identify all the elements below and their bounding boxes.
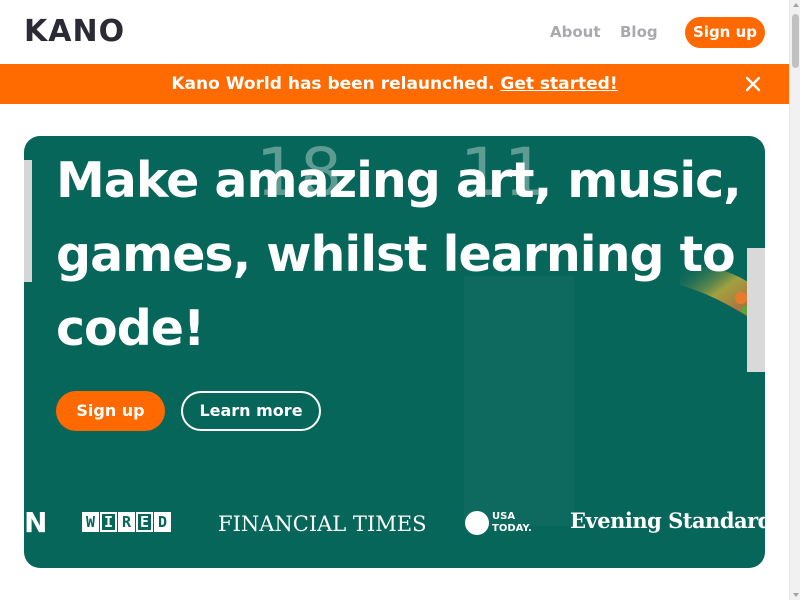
scroll-up-icon[interactable] (793, 3, 799, 7)
evening-standard-logo: Evening Standard (570, 508, 765, 533)
wired-logo: W I R E D (82, 512, 171, 532)
kano-logo[interactable]: KANO (24, 16, 125, 48)
close-icon[interactable] (744, 75, 762, 93)
wired-letter: W (82, 512, 99, 532)
press-logo-partial: N (24, 506, 48, 539)
banner-message: Kano World has been relaunched. Get star… (0, 74, 789, 94)
press-logos: N W I R E D FINANCIAL TIMES USA TODAY. E… (24, 506, 765, 542)
page-scrollbar[interactable] (789, 0, 800, 600)
banner-get-started-link[interactable]: Get started! (500, 74, 617, 94)
scrollbar-thumb[interactable] (792, 14, 799, 68)
learn-more-button[interactable]: Learn more (181, 391, 321, 431)
wired-letter: E (136, 512, 153, 532)
hero-signup-button[interactable]: Sign up (56, 391, 165, 431)
page: KANO About Blog Sign up Kano World has b… (0, 0, 789, 600)
site-header: KANO About Blog Sign up (0, 0, 789, 64)
usa-today-dot-icon (465, 511, 489, 535)
wired-letter: I (100, 512, 117, 532)
nav-blog-link[interactable]: Blog (620, 22, 658, 42)
wired-letter: D (154, 512, 171, 532)
hero-headline: Make amazing art, music, games, whilst l… (56, 152, 742, 357)
header-signup-button[interactable]: Sign up (685, 17, 765, 48)
financial-times-logo: FINANCIAL TIMES (218, 512, 427, 536)
wired-letter: R (118, 512, 135, 532)
usa-today-text: TODAY. (492, 523, 532, 534)
announcement-banner: Kano World has been relaunched. Get star… (0, 64, 789, 104)
banner-text: Kano World has been relaunched. (171, 74, 495, 94)
scroll-down-icon[interactable] (793, 593, 799, 597)
nav-about-link[interactable]: About (550, 22, 601, 42)
hero-section: 18 11 Make amazing art, music, games, wh… (24, 136, 765, 568)
carousel-edge-left (24, 160, 32, 282)
usa-today-text: USA (492, 511, 516, 522)
